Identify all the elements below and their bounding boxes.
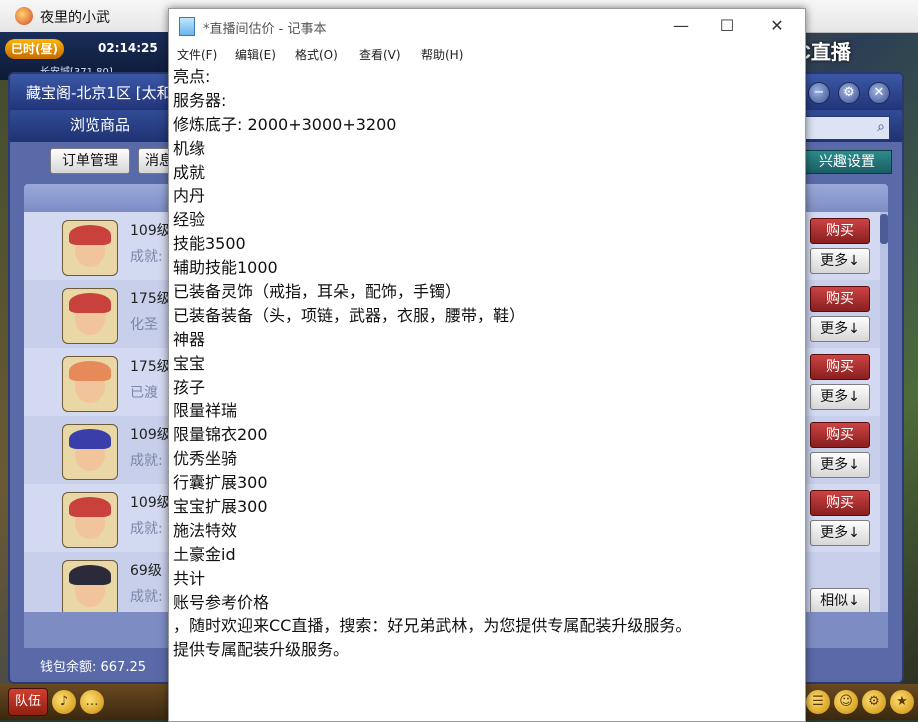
notepad-line: 提供专属配装升级服务。 — [173, 640, 350, 660]
notepad-line: 共计 — [173, 568, 206, 588]
notepad-line: ，随时欢迎来CC直播，搜索：好兄弟武林，为您提供专属配装升级服务。 — [173, 616, 692, 636]
buy-button[interactable]: 购买 — [810, 218, 870, 244]
character-level: 109级 — [130, 427, 171, 443]
notepad-line: 土豪金id — [173, 544, 236, 564]
maximize-button[interactable]: ☐ — [707, 13, 747, 39]
buy-button[interactable]: 购买 — [810, 490, 870, 516]
buy-button[interactable]: 购买 — [810, 286, 870, 312]
character-subtitle: 化圣 — [130, 317, 158, 333]
menu-view[interactable]: 查看(V) — [359, 46, 401, 63]
notepad-line: 账号参考价格 — [173, 592, 270, 612]
character-avatar[interactable] — [62, 356, 118, 412]
more-button[interactable]: 更多↓ — [810, 520, 870, 546]
character-subtitle: 已渡 — [130, 385, 158, 401]
avatar-hair — [69, 429, 111, 449]
more-button[interactable]: 相似↓ — [810, 588, 870, 612]
character-avatar[interactable] — [62, 424, 118, 480]
buy-button[interactable]: 购买 — [810, 354, 870, 380]
notepad-line: 服务器: — [173, 90, 227, 110]
notepad-line: 成就 — [173, 162, 206, 182]
avatar-hair — [69, 225, 111, 245]
character-avatar[interactable] — [62, 288, 118, 344]
more-button[interactable]: 更多↓ — [810, 316, 870, 342]
search-input[interactable]: ⌕ — [800, 116, 890, 140]
notepad-line: 行囊扩展300 — [173, 473, 268, 493]
notepad-line: 已装备灵饰（戒指，耳朵，配饰，手镯） — [173, 282, 462, 302]
character-avatar[interactable] — [62, 492, 118, 548]
notepad-line: 神器 — [173, 329, 206, 349]
chat-icon[interactable]: … — [80, 690, 104, 714]
close-icon[interactable]: ✕ — [868, 82, 890, 104]
notepad-line: 已装备装备（头，项链，武器，衣服，腰带，鞋） — [173, 305, 526, 325]
gear-icon[interactable]: ⚙ — [838, 82, 860, 104]
character-level: 109级 — [130, 223, 171, 239]
emote-icon[interactable]: ☺ — [834, 690, 858, 714]
character-level: 109级 — [130, 495, 171, 511]
notepad-title: *直播间估价 - 记事本 — [203, 22, 327, 37]
character-avatar[interactable] — [62, 560, 118, 612]
settings-icon[interactable]: ⚙ — [862, 690, 886, 714]
character-subtitle: 成就: — [130, 249, 163, 265]
character-subtitle: 成就: — [130, 521, 163, 537]
notepad-window: *直播间估价 - 记事本 — ☐ ✕ 文件(F) 编辑(E) 格式(O) 查看(… — [168, 8, 806, 722]
buy-button[interactable]: 购买 — [810, 422, 870, 448]
notepad-line: 限量锦衣200 — [173, 425, 268, 445]
tab-browse-goods[interactable]: 浏览商品 — [70, 114, 130, 135]
avatar-hair — [69, 293, 111, 313]
notepad-titlebar: *直播间估价 - 记事本 — ☐ ✕ — [169, 9, 805, 43]
interest-settings-button[interactable]: 兴趣设置 — [802, 150, 892, 174]
avatar-hair — [69, 497, 111, 517]
character-subtitle: 成就: — [130, 589, 163, 605]
notepad-line: 修炼底子: 2000+3000+3200 — [173, 114, 397, 134]
more-button[interactable]: 更多↓ — [810, 248, 870, 274]
more-button[interactable]: 更多↓ — [810, 452, 870, 478]
notepad-line: 宝宝 — [173, 353, 206, 373]
notepad-line: 辅助技能1000 — [173, 258, 278, 278]
scrollbar-thumb[interactable] — [880, 214, 888, 244]
notepad-line: 限量祥瑞 — [173, 401, 238, 421]
microphone-icon[interactable]: ♪ — [52, 690, 76, 714]
notepad-lines: 亮点: 服务器: 修炼底子: 2000+3000+3200 机缘成就内丹经验技能350… — [169, 65, 805, 662]
search-icon[interactable]: ⌕ — [877, 119, 885, 135]
notepad-text-area[interactable]: 亮点: 服务器: 修炼底子: 2000+3000+3200 机缘成就内丹经验技能350… — [169, 65, 805, 721]
character-level: 69级 — [130, 563, 162, 579]
notepad-line: 内丹 — [173, 186, 206, 206]
menu-icon[interactable]: ☰ — [806, 690, 830, 714]
order-management-button[interactable]: 订单管理 — [50, 148, 130, 174]
avatar-hair — [69, 361, 111, 381]
minimize-button[interactable]: — — [661, 13, 701, 39]
menu-format[interactable]: 格式(O) — [295, 46, 338, 63]
notepad-line: 施法特效 — [173, 520, 238, 540]
game-window-title: 夜里的小武 — [40, 10, 110, 26]
game-app-icon — [15, 7, 33, 25]
close-button[interactable]: ✕ — [757, 13, 797, 39]
menu-help[interactable]: 帮助(H) — [421, 46, 463, 63]
list-scrollbar[interactable] — [880, 212, 888, 612]
notepad-menubar: 文件(F) 编辑(E) 格式(O) 查看(V) 帮助(H) — [169, 43, 805, 65]
character-level: 175级 — [130, 291, 171, 307]
notepad-line: 机缘 — [173, 138, 206, 158]
character-avatar[interactable] — [62, 220, 118, 276]
menu-file[interactable]: 文件(F) — [177, 46, 217, 63]
notepad-line: 亮点: — [173, 67, 211, 86]
avatar-hair — [69, 565, 111, 585]
notepad-icon — [179, 17, 195, 36]
team-button[interactable]: 队伍 — [8, 688, 48, 716]
character-level: 175级 — [130, 359, 171, 375]
notepad-line: 孩子 — [173, 377, 206, 397]
system-icon[interactable]: ★ — [890, 690, 914, 714]
notepad-line: 宝宝扩展300 — [173, 497, 268, 517]
more-button[interactable]: 更多↓ — [810, 384, 870, 410]
time-of-day-badge: 巳时(昼) — [5, 39, 64, 59]
minimize-icon[interactable]: − — [808, 82, 830, 104]
dialog-title: 藏宝阁-北京1区 [太和 — [26, 84, 172, 102]
wallet-balance: 钱包余额: 667.25 — [40, 660, 146, 675]
character-subtitle: 成就: — [130, 453, 163, 469]
notepad-line: 优秀坐骑 — [173, 449, 238, 469]
notepad-line: 经验 — [173, 210, 206, 230]
menu-edit[interactable]: 编辑(E) — [235, 46, 276, 63]
game-clock: 02:14:25 — [98, 41, 158, 55]
notepad-line: 技能3500 — [173, 234, 246, 254]
